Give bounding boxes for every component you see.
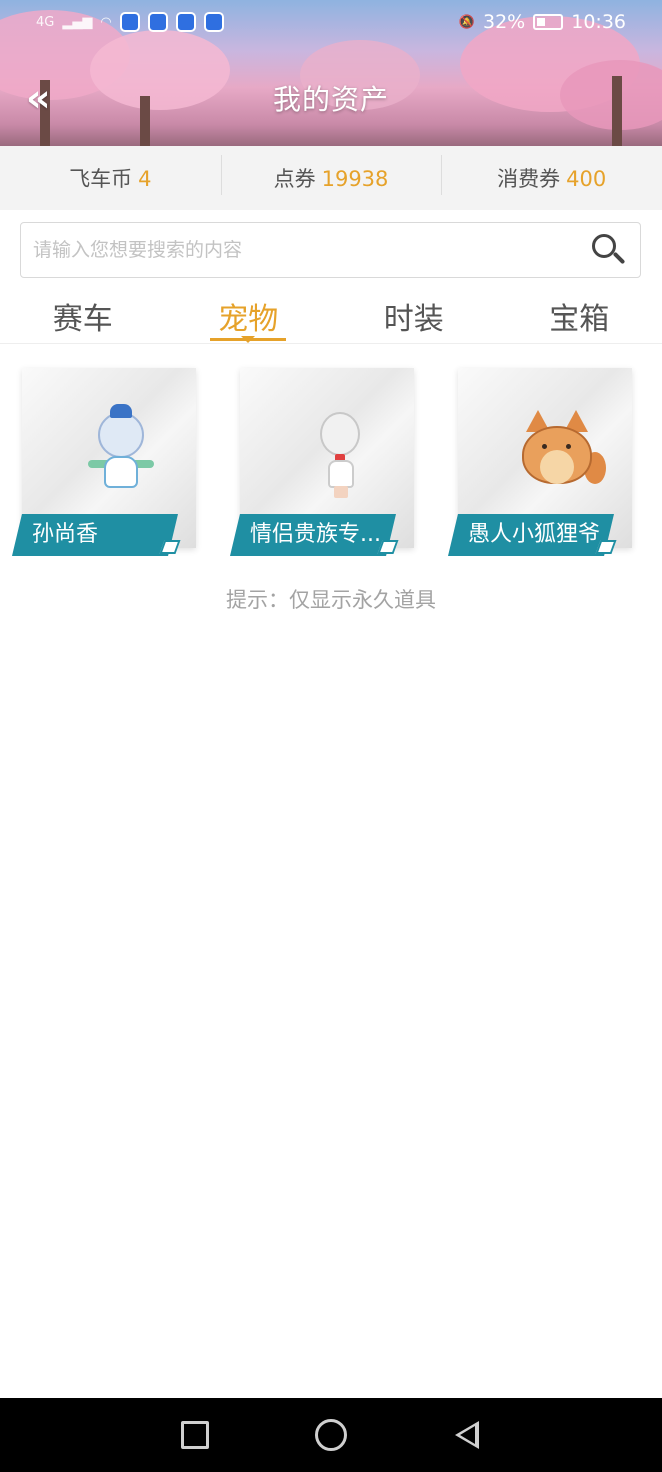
pet-head <box>320 412 360 456</box>
hint-text: 提示：仅显示永久道具 <box>226 588 436 612</box>
tab-label: 时装 <box>383 302 444 337</box>
square-icon <box>181 1421 209 1449</box>
item-name: 情侣贵族专... <box>230 514 396 556</box>
currency-value: 4 <box>138 167 152 191</box>
tab-pets[interactable]: 宠物 <box>166 290 332 343</box>
tab-label: 赛车 <box>52 302 113 337</box>
pet-legs <box>334 486 348 498</box>
notification-app-icon <box>203 12 224 32</box>
tab-label: 宠物 <box>218 302 279 337</box>
pet-hat <box>110 404 132 418</box>
item-card[interactable]: 愚人小狐狸爷 <box>448 368 632 556</box>
circle-icon <box>315 1419 347 1451</box>
label-corner-tab <box>595 540 617 554</box>
item-name: 孙尚香 <box>12 514 178 556</box>
pet-head <box>98 412 144 458</box>
wifi-icon: ◠ <box>100 14 112 30</box>
category-tabs: 赛车 宠物 时装 宝箱 <box>0 290 662 344</box>
status-left: 4G ▂▄▆ ◠ <box>36 12 224 32</box>
back-nav-button[interactable] <box>449 1417 485 1453</box>
pet-body <box>104 456 138 488</box>
tab-chests[interactable]: 宝箱 <box>497 290 662 343</box>
item-name: 愚人小狐狸爷 <box>448 514 614 556</box>
search-icon-handle <box>612 251 626 265</box>
page-title: 我的资产 <box>272 83 389 116</box>
tab-label: 宝箱 <box>549 302 610 337</box>
notification-app-icon <box>175 12 196 32</box>
search-input[interactable] <box>33 239 588 261</box>
status-right: 🔕 32% 10:36 <box>459 11 626 33</box>
pet-body <box>328 460 354 488</box>
notification-app-icon <box>147 12 168 32</box>
status-bar: 4G ▂▄▆ ◠ 🔕 32% 10:36 <box>0 0 662 44</box>
tab-outfits[interactable]: 时装 <box>331 290 497 343</box>
active-tab-caret-icon <box>241 336 256 343</box>
currency-feiche-coin: 飞车币 4 <box>0 163 221 193</box>
search-bar <box>20 222 641 278</box>
item-grid: 孙尚香 情侣贵族专... 愚人小狐狸爷 <box>0 368 662 560</box>
notification-app-icon <box>119 12 140 32</box>
search-icon[interactable] <box>588 230 628 270</box>
label-corner-tab <box>159 540 181 554</box>
home-button[interactable] <box>313 1417 349 1453</box>
currency-label: 飞车币 <box>69 167 133 191</box>
triangle-back-icon <box>455 1421 479 1449</box>
battery-percent: 32% <box>483 11 526 33</box>
currency-value: 400 <box>566 167 607 191</box>
header-banner: 4G ▂▄▆ ◠ 🔕 32% 10:36 « 我的资产 <box>0 0 662 146</box>
currency-label: 消费券 <box>497 167 561 191</box>
mute-icon: 🔕 <box>458 14 475 30</box>
recents-button[interactable] <box>177 1417 213 1453</box>
signal-icon: ▂▄▆ <box>62 14 93 30</box>
currency-label: 点券 <box>273 167 316 191</box>
network-label: 4G <box>36 14 55 30</box>
pet-eye <box>566 444 571 449</box>
item-card[interactable]: 孙尚香 <box>12 368 196 556</box>
currency-points: 点券 19938 <box>220 155 442 195</box>
label-corner-tab <box>377 540 399 554</box>
pet-eye <box>542 444 547 449</box>
clock: 10:36 <box>571 11 626 33</box>
tab-cars[interactable]: 赛车 <box>0 290 166 343</box>
currency-voucher: 消费券 400 <box>441 155 662 195</box>
system-nav-bar <box>0 1398 662 1472</box>
item-card[interactable]: 情侣贵族专... <box>230 368 414 556</box>
pet-belly <box>540 450 574 484</box>
currency-bar: 飞车币 4 点券 19938 消费券 400 <box>0 146 662 210</box>
battery-icon <box>533 14 564 30</box>
currency-value: 19938 <box>321 167 389 191</box>
